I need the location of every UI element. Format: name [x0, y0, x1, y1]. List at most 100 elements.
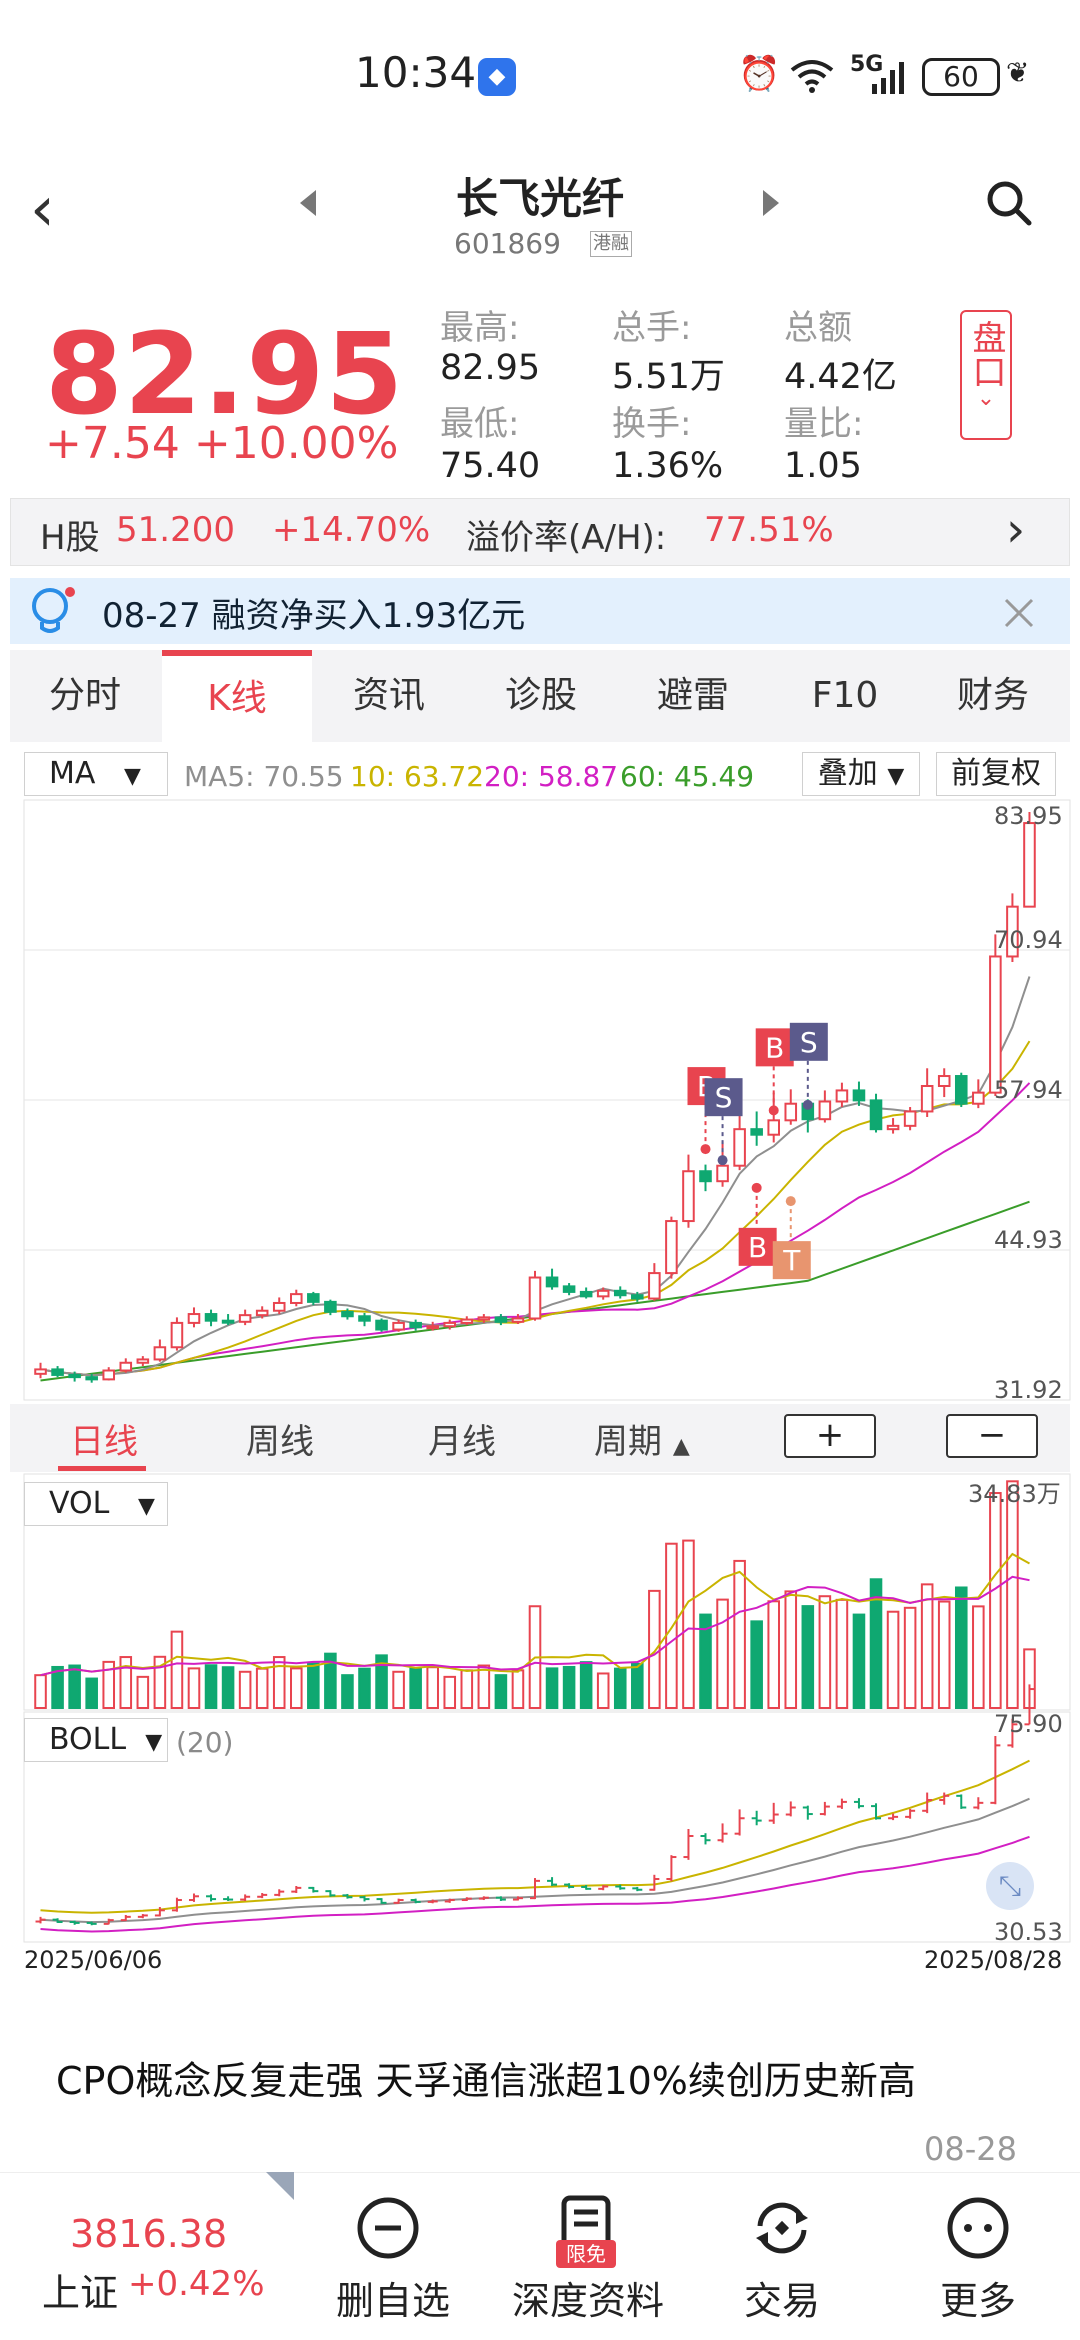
- volume-bar-up: [272, 1656, 286, 1709]
- buy-marker-dot: [700, 1144, 711, 1155]
- volume-bar-up: [136, 1675, 150, 1709]
- candle-down: [409, 1321, 422, 1329]
- date-start: 2025/06/06: [24, 1946, 163, 1974]
- volume-bar-up: [682, 1539, 695, 1710]
- trade-markers: BSBSBT: [687, 1022, 828, 1280]
- candle-up: [903, 1110, 917, 1127]
- period-cycle-label: 周期: [594, 1422, 662, 1462]
- candle-up: [238, 1314, 252, 1323]
- candle-up: [716, 1164, 729, 1183]
- candle-down: [852, 1089, 866, 1102]
- volume-bar-up: [596, 1672, 610, 1709]
- free-badge: 限免: [556, 2240, 616, 2268]
- more-icon[interactable]: [946, 2196, 1010, 2260]
- candle-down: [579, 1290, 593, 1298]
- candle-up: [528, 1276, 542, 1320]
- volume-bar-up: [477, 1664, 491, 1709]
- volume-bar-down: [631, 1662, 644, 1709]
- zoom-in-button[interactable]: +: [784, 1414, 876, 1458]
- boll-select[interactable]: BOLL ▼: [24, 1718, 168, 1762]
- news-date: 08-28: [924, 2130, 1017, 2168]
- vol-select[interactable]: VOL ▼: [24, 1482, 168, 1526]
- volume-bar-down: [954, 1586, 968, 1709]
- volume-bar-down: [204, 1664, 218, 1709]
- candle-up: [886, 1124, 900, 1131]
- ma10-line: [40, 1040, 1031, 1377]
- volume-bar-down: [409, 1667, 422, 1709]
- candle-up: [136, 1358, 150, 1364]
- candle-up: [733, 1128, 746, 1167]
- volume-bar-down: [307, 1662, 320, 1710]
- take-marker-dot: [785, 1196, 796, 1207]
- volume-bar-down: [562, 1665, 576, 1709]
- boll-top-label: 75.90: [994, 1710, 1063, 1738]
- period-cycle[interactable]: 周期 ▲: [594, 1414, 690, 1463]
- volume-bar-up: [886, 1610, 900, 1710]
- candle-down: [204, 1313, 218, 1322]
- period-monthly[interactable]: 月线: [428, 1414, 496, 1463]
- volume-bar-up: [511, 1669, 525, 1709]
- volume-bar-up: [972, 1605, 985, 1710]
- volume-bar-down: [51, 1665, 64, 1709]
- candle-down: [51, 1368, 64, 1376]
- remove-watchlist-label[interactable]: 删自选: [318, 2270, 468, 2325]
- volume-bar-down: [613, 1667, 627, 1709]
- period-weekly[interactable]: 周线: [246, 1414, 314, 1463]
- deep-data-label[interactable]: 深度资料: [508, 2270, 668, 2325]
- zoom-out-button[interactable]: −: [946, 1414, 1038, 1458]
- boll-select-label: BOLL: [49, 1722, 127, 1757]
- candle-up: [767, 1119, 780, 1136]
- candle-up: [920, 1084, 934, 1113]
- tick-3: 57.94: [994, 1076, 1063, 1104]
- candle-up: [34, 1368, 47, 1375]
- news-title[interactable]: CPO概念反复走强 天孚通信涨超10%续创历史新高: [56, 2050, 916, 2105]
- candle-up: [102, 1369, 116, 1381]
- sell-marker-dot: [717, 1155, 728, 1166]
- candle-up: [818, 1100, 832, 1121]
- candle-up: [255, 1309, 269, 1317]
- boll-param: (20): [176, 1726, 234, 1759]
- index-name: 上证: [42, 2271, 119, 2315]
- kline-chart[interactable]: BSBSBT: [0, 0, 1080, 2000]
- volume-bar-up: [835, 1598, 849, 1710]
- period-daily[interactable]: 日线: [70, 1414, 138, 1463]
- expand-icon[interactable]: ⤡: [986, 1862, 1034, 1910]
- volume-bar-down: [221, 1666, 235, 1710]
- candle-up: [443, 1321, 457, 1328]
- volume-bar-up: [784, 1590, 798, 1709]
- tick-2: 70.94: [994, 926, 1063, 954]
- trade-icon[interactable]: [750, 2196, 814, 2260]
- volume-bar-up: [818, 1595, 832, 1709]
- candle-up: [835, 1089, 849, 1103]
- more-label[interactable]: 更多: [918, 2270, 1038, 2325]
- volume-bar-up: [426, 1666, 439, 1710]
- volume-bar-down: [68, 1664, 81, 1709]
- trade-label[interactable]: 交易: [722, 2270, 842, 2325]
- candle-down: [85, 1376, 98, 1381]
- volume-bar-down: [852, 1613, 866, 1709]
- volume-bar-down: [801, 1605, 815, 1710]
- candle-down: [613, 1289, 627, 1297]
- index-value[interactable]: 3816.38: [70, 2212, 227, 2256]
- volume-bar-up: [989, 1492, 1002, 1709]
- caret-down-icon: ▼: [145, 1730, 163, 1755]
- volume-bar-up: [903, 1606, 917, 1710]
- candle-up: [272, 1301, 286, 1312]
- candle-up: [511, 1317, 525, 1323]
- tick-max: 83.95: [994, 802, 1063, 830]
- candle-down: [954, 1075, 968, 1105]
- volume-bar-down: [358, 1667, 371, 1709]
- candle-up: [989, 955, 1002, 1094]
- volume-bar-up: [238, 1670, 252, 1709]
- volume-bar-down: [494, 1674, 508, 1709]
- candle-up: [153, 1346, 167, 1361]
- sell-marker-dot: [802, 1099, 813, 1110]
- candle-down: [307, 1293, 320, 1303]
- volume-bar-up: [937, 1600, 951, 1709]
- volume-bar-up: [665, 1542, 678, 1709]
- remove-watchlist-icon[interactable]: [356, 2196, 420, 2260]
- candle-up: [170, 1321, 184, 1349]
- candle-up: [477, 1316, 491, 1321]
- buy-marker-label: B: [765, 1031, 784, 1064]
- volume-bar-up: [392, 1670, 405, 1709]
